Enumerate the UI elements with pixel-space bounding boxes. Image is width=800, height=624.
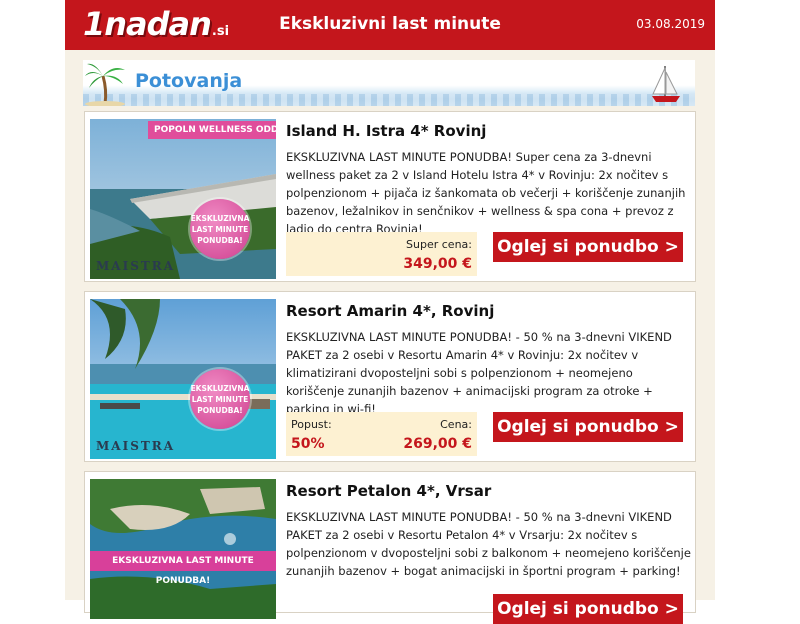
palm-tree-icon: [85, 63, 125, 106]
view-offer-button[interactable]: Oglej si ponudbo >: [493, 412, 683, 442]
offer-title[interactable]: Resort Amarin 4*, Rovinj: [286, 302, 494, 320]
offer-card: EKSKLUZIVNA LAST MINUTE PONUDBA! Resort …: [84, 471, 696, 624]
offer-card: POPOLN WELLNESS ODDIH EKSKLUZIVNA LAST M…: [84, 111, 696, 282]
image-tag-label: POPOLN WELLNESS ODDIH: [148, 121, 276, 139]
discount-value: 50%: [291, 436, 325, 452]
price-value: 269,00 €: [403, 436, 472, 452]
category-banner: Potovanja: [83, 60, 695, 106]
price-label: Super cena:: [406, 238, 472, 251]
offer-title[interactable]: Resort Petalon 4*, Vrsar: [286, 482, 491, 500]
exclusive-strip: EKSKLUZIVNA LAST MINUTE PONUDBA!: [90, 551, 276, 586]
offer-image[interactable]: EKSKLUZIVNA LAST MINUTE PONUDBA! MAISTRA: [90, 299, 276, 459]
sea-waves-decoration: [83, 94, 695, 106]
brand-logo: MAISTRA: [96, 259, 176, 273]
offer-card: EKSKLUZIVNA LAST MINUTE PONUDBA! MAISTRA…: [84, 291, 696, 462]
offer-image[interactable]: POPOLN WELLNESS ODDIH EKSKLUZIVNA LAST M…: [90, 119, 276, 279]
hotel-photo: [90, 119, 276, 279]
price-label: Cena:: [440, 418, 472, 431]
category-title: Potovanja: [135, 70, 243, 92]
offer-title[interactable]: Island H. Istra 4* Rovinj: [286, 122, 486, 140]
header-title: Ekskluzivni last minute: [279, 14, 501, 34]
header-date: 03.08.2019: [636, 17, 705, 31]
price-box: Super cena: 349,00 €: [286, 232, 477, 276]
offer-description: EKSKLUZIVNA LAST MINUTE PONUDBA! Super c…: [286, 150, 686, 236]
offer-image[interactable]: EKSKLUZIVNA LAST MINUTE PONUDBA!: [90, 479, 276, 619]
sailboat-icon: [652, 66, 680, 102]
exclusive-badge: EKSKLUZIVNA LAST MINUTE PONUDBA!: [190, 369, 250, 429]
email-body: 1nadan .si Ekskluzivni last minute 03.08…: [65, 0, 715, 624]
exclusive-badge: EKSKLUZIVNA LAST MINUTE PONUDBA!: [190, 199, 250, 259]
offer-description: EKSKLUZIVNA LAST MINUTE PONUDBA! - 50 % …: [286, 330, 672, 416]
view-offer-button[interactable]: Oglej si ponudbo >: [493, 594, 683, 624]
resort-photo: [90, 299, 276, 459]
offer-description: EKSKLUZIVNA LAST MINUTE PONUDBA! - 50 % …: [286, 510, 691, 578]
view-offer-button[interactable]: Oglej si ponudbo >: [493, 232, 683, 262]
brand-logo: MAISTRA: [96, 439, 176, 453]
header-bar: 1nadan .si Ekskluzivni last minute 03.08…: [65, 0, 715, 50]
resort-aerial-photo: [90, 479, 276, 619]
discount-label: Popust:: [291, 418, 332, 431]
price-value: 349,00 €: [403, 256, 472, 272]
price-box: Popust: 50% Cena: 269,00 €: [286, 412, 477, 456]
